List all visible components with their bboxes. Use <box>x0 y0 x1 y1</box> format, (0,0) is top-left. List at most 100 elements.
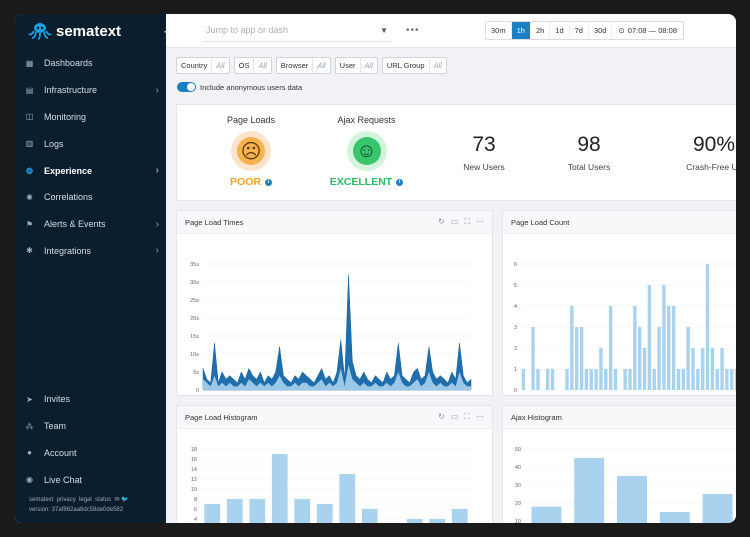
filter-country[interactable]: Country All <box>176 57 230 74</box>
jump-to-app-select[interactable]: Jump to app or dash ▼ <box>203 20 391 42</box>
info-icon[interactable]: i <box>264 178 272 186</box>
bar <box>725 369 729 390</box>
page-loads-status: POOR i <box>211 176 291 188</box>
y-tick-label: 35s <box>190 262 199 268</box>
sidebar-item-alerts-events[interactable]: ⚑ Alerts & Events › <box>14 211 166 238</box>
y-tick-label: 10 <box>515 519 521 523</box>
y-tick-label: 50 <box>515 447 521 453</box>
footer-link-sematext[interactable]: sematext <box>29 497 53 503</box>
main-content: Jump to app or dash ▼ ••• 30m 1h 2h 1d 7d 30d… <box>166 14 736 523</box>
filter-url-group[interactable]: URL Group All <box>381 57 447 74</box>
y-tick-label: 15s <box>190 334 199 340</box>
sidebar-item-monitoring[interactable]: ◫ Monitoring <box>14 104 166 131</box>
app-window: sematext ◂ ▦Dashboards▤Infrastructure›◫M… <box>14 14 736 523</box>
footer-link-privacy[interactable]: privacy <box>57 497 76 503</box>
time-button-30d[interactable]: 30d <box>589 22 613 39</box>
filter-os[interactable]: OS All <box>233 57 272 74</box>
filter-user[interactable]: User All <box>334 57 378 74</box>
y-tick-label: 4 <box>194 517 197 523</box>
bar <box>647 285 652 390</box>
footer-link-status[interactable]: status <box>95 497 111 503</box>
bar <box>715 369 719 390</box>
minimize-icon[interactable]: ▭ <box>451 217 459 227</box>
y-tick-label: 14 <box>191 467 197 473</box>
page-load-times-panel: Page Load Times ↻ ▭ ⛶ ⋯ 0 5s 10s 15s 20s 25s 3… <box>176 210 493 402</box>
bar <box>652 369 656 390</box>
sidebar-item-label: Account <box>44 447 77 458</box>
total-users-kpi: 98 Total Users <box>554 133 624 172</box>
crash-free-label: Crash-Free Us <box>686 162 736 172</box>
more-icon[interactable]: ⋯ <box>476 412 484 422</box>
ajax-status-text: EXCELLENT <box>329 176 393 188</box>
footer-link-legal[interactable]: legal <box>79 497 92 503</box>
top-bar: Jump to app or dash ▼ ••• 30m 1h 2h 1d 7d 30d… <box>166 14 736 48</box>
y-tick-label: 0 <box>514 388 517 394</box>
bar <box>316 504 333 523</box>
logo[interactable]: sematext <box>14 14 166 48</box>
sidebar-item-logs[interactable]: ▥ Logs <box>14 130 166 157</box>
sidebar-footer: sematext privacy legal status ✉ 🐦 versio… <box>29 495 129 515</box>
sidebar-nav-bottom: ➤ Invites ⁂ Team ● Account ◉ Live Chat <box>14 386 166 493</box>
bar <box>574 458 605 523</box>
sidebar-item-team[interactable]: ⁂ Team <box>14 413 166 440</box>
bar <box>633 306 637 390</box>
filter-key: URL Group <box>386 61 425 70</box>
time-button-7d[interactable]: 7d <box>570 22 589 39</box>
refresh-icon[interactable]: ↻ <box>438 412 445 422</box>
sidebar-item-experience[interactable]: ◍ Experience › <box>14 157 166 184</box>
more-icon[interactable]: ⋯ <box>476 217 484 227</box>
bar <box>623 369 627 390</box>
page-load-histogram-chart: 024681012141618 <box>191 447 471 523</box>
ajax-title: Ajax Requests <box>337 115 396 125</box>
crash-free-kpi: 90% Crash-Free Us <box>669 133 736 172</box>
y-tick-label: 25s <box>190 298 199 304</box>
sidebar-item-invites[interactable]: ➤ Invites <box>14 386 166 413</box>
bar <box>637 327 642 390</box>
refresh-icon[interactable]: ↻ <box>438 217 445 227</box>
anonymous-users-toggle[interactable] <box>177 82 196 92</box>
sidebar-item-label: Monitoring <box>44 111 87 122</box>
more-icon[interactable]: ••• <box>406 25 420 36</box>
mail-icon[interactable]: ✉ <box>114 497 119 503</box>
time-button-30m[interactable]: 30m <box>486 22 512 39</box>
minimize-icon[interactable]: ▭ <box>451 412 459 422</box>
bar <box>691 348 695 390</box>
total-users-value: 98 <box>577 133 601 156</box>
time-range-display[interactable]: ⊙ 07:08 — 08:08 <box>612 22 683 39</box>
ajax-histogram-panel: Ajax Histogram 01020304050 <box>502 405 736 523</box>
time-button-1d[interactable]: 1d <box>550 22 570 39</box>
info-icon[interactable]: i <box>396 178 404 186</box>
sidebar-item-correlations[interactable]: ✺ Correlations <box>14 184 166 211</box>
bar <box>617 476 647 523</box>
page-load-count-panel: Page Load Count 01234567:09 am7:19 am7:2… <box>502 210 736 402</box>
time-button-1h[interactable]: 1h <box>511 22 531 39</box>
bar <box>570 306 574 390</box>
bar <box>599 348 603 390</box>
page-load-times-chart: 05s10s15s20s25s30s35s7:09 am7:19 am7:29 … <box>190 262 481 402</box>
twitter-icon[interactable]: 🐦 <box>121 497 128 503</box>
sidebar-item-label: Invites <box>44 394 71 405</box>
anonymous-users-toggle-row: Include anonymous users data <box>177 82 302 92</box>
panel-tools: ↻ ▭ ⛶ ⋯ <box>438 412 484 422</box>
time-button-2h[interactable]: 2h <box>531 22 551 39</box>
chevron-right-icon: › <box>155 218 159 230</box>
time-range-text: 07:08 — 08:08 <box>627 26 677 35</box>
sidebar-item-label: Team <box>44 421 67 432</box>
y-tick-label: 12 <box>191 477 197 483</box>
server-icon: ▤ <box>25 85 34 95</box>
fullscreen-icon[interactable]: ⛶ <box>464 217 470 227</box>
sidebar-item-live-chat[interactable]: ◉ Live Chat <box>14 466 166 493</box>
sidebar-item-label: Correlations <box>44 192 93 203</box>
page-loads-kpi: Page Loads ☹ POOR i <box>211 115 291 188</box>
sidebar-item-account[interactable]: ● Account <box>14 440 166 467</box>
send-icon: ➤ <box>26 394 33 404</box>
fullscreen-icon[interactable]: ⛶ <box>464 412 470 422</box>
sidebar-item-dashboards[interactable]: ▦ Dashboards <box>14 50 166 77</box>
crash-free-value: 90% <box>692 133 736 156</box>
y-tick-label: 30 <box>515 483 521 489</box>
sidebar-item-infrastructure[interactable]: ▤ Infrastructure › <box>14 77 166 104</box>
bar <box>271 454 288 523</box>
filter-browser[interactable]: Browser All <box>275 57 331 74</box>
bar <box>671 306 676 390</box>
sidebar-item-integrations[interactable]: ✱ Integrations › <box>14 238 166 265</box>
